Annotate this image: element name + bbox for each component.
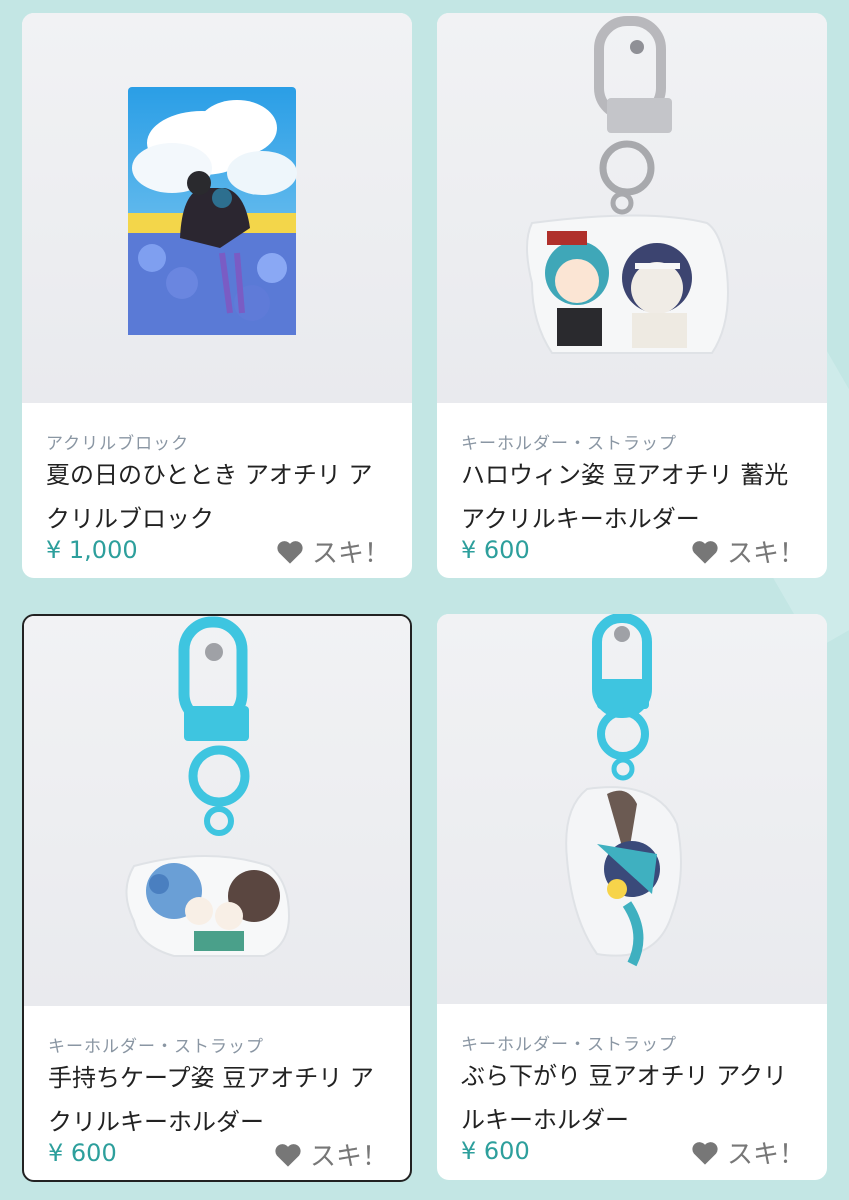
like-button[interactable]: スキ！ <box>691 1134 805 1171</box>
product-card[interactable]: アクリルブロック 夏の日のひととき アオチリ アクリルブロック ¥ 1,000 … <box>22 13 412 578</box>
product-image[interactable] <box>437 614 827 1004</box>
product-price: ¥ 600 <box>48 1139 117 1167</box>
product-title[interactable]: ハロウィン姿 豆アオチリ 蓄光アクリルキーホルダー <box>461 453 807 541</box>
like-label: スキ！ <box>311 539 390 569</box>
product-price: ¥ 600 <box>461 1137 530 1165</box>
like-label: スキ！ <box>726 539 805 569</box>
product-category: キーホルダー・ストラップ <box>461 434 677 454</box>
product-card[interactable]: キーホルダー・ストラップ ハロウィン姿 豆アオチリ 蓄光アクリルキーホルダー ¥… <box>437 13 827 578</box>
product-image[interactable] <box>24 616 410 1006</box>
product-card[interactable]: キーホルダー・ストラップ ぶら下がり 豆アオチリ アクリルキーホルダー ¥ 60… <box>437 614 827 1180</box>
product-image[interactable] <box>22 13 412 403</box>
heart-icon <box>277 540 303 564</box>
product-price: ¥ 1,000 <box>46 536 138 564</box>
product-price: ¥ 600 <box>461 536 530 564</box>
product-image[interactable] <box>437 13 827 403</box>
like-button[interactable]: スキ！ <box>691 533 805 570</box>
like-button[interactable]: スキ！ <box>276 533 390 570</box>
product-category: キーホルダー・ストラップ <box>48 1037 264 1057</box>
product-category: アクリルブロック <box>46 434 190 454</box>
product-category: キーホルダー・ストラップ <box>461 1035 677 1055</box>
product-card[interactable]: キーホルダー・ストラップ 手持ちケープ姿 豆アオチリ アクリルキーホルダー ¥ … <box>22 614 412 1182</box>
heart-icon <box>692 540 718 564</box>
heart-icon <box>275 1143 301 1167</box>
like-label: スキ！ <box>726 1140 805 1170</box>
heart-icon <box>692 1141 718 1165</box>
product-title[interactable]: 手持ちケープ姿 豆アオチリ アクリルキーホルダー <box>48 1056 390 1144</box>
like-button[interactable]: スキ！ <box>274 1136 388 1173</box>
like-label: スキ！ <box>309 1142 388 1172</box>
product-title[interactable]: ぶら下がり 豆アオチリ アクリルキーホルダー <box>461 1054 807 1142</box>
product-title[interactable]: 夏の日のひととき アオチリ アクリルブロック <box>46 453 392 541</box>
